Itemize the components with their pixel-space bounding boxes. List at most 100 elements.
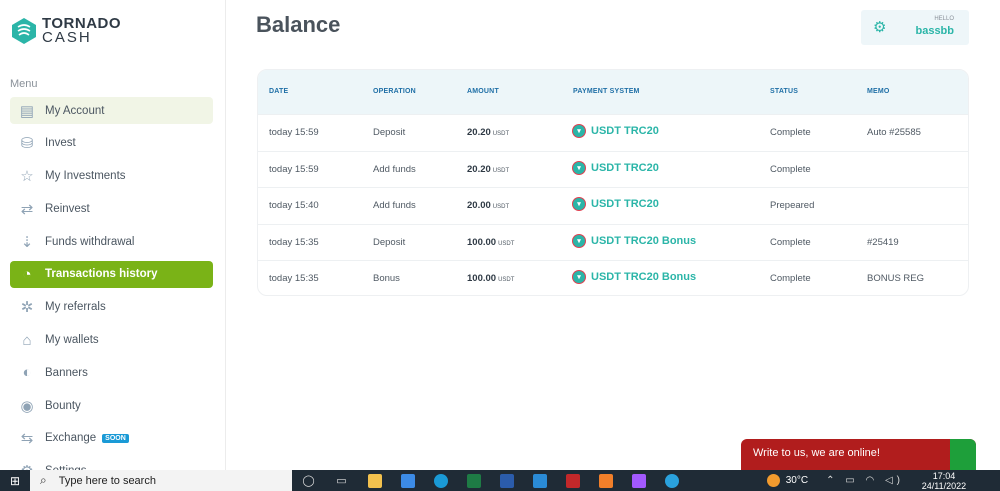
amount-value: 20.20 <box>467 163 491 175</box>
bounty-icon: ◉ <box>20 397 34 415</box>
sidebar-item-my-referrals[interactable]: ✲ My referrals <box>10 294 213 321</box>
cell-operation: Deposit <box>373 127 406 138</box>
column-header-payment-system: PAYMENT SYSTEM <box>573 88 640 95</box>
user-box[interactable]: ⚙ HELLO bassbb <box>861 10 969 45</box>
cell-date: today 15:35 <box>269 273 319 285</box>
payment-label: USDT TRC20 <box>591 125 659 137</box>
sidebar-item-my-wallets[interactable]: ⌂ My wallets <box>10 327 213 354</box>
cell-payment-system: ▾ USDT TRC20 Bonus <box>573 234 696 247</box>
task-view-icon[interactable]: ▭ <box>325 470 358 491</box>
file-explorer-icon[interactable] <box>358 470 391 491</box>
sidebar-item-label: My Investments <box>45 170 126 183</box>
cell-payment-system: ▾ USDT TRC20 <box>573 125 659 137</box>
search-placeholder: Type here to search <box>58 474 156 487</box>
payment-label: USDT TRC20 <box>591 161 659 174</box>
cell-status: Complete <box>770 236 811 248</box>
cell-operation: Add funds <box>373 200 416 212</box>
word-icon[interactable] <box>490 470 523 491</box>
cell-amount: 20.00 USDT <box>467 200 509 211</box>
cell-amount: 20.20 USDT <box>467 127 509 138</box>
table-row: today 15:35 Bonus 100.00 USDT ▾ USDT TRC20… <box>258 260 968 295</box>
edge-icon[interactable] <box>424 470 457 491</box>
table-header: DATE OPERATION AMOUNT PAYMENT SYSTEM STA… <box>258 70 968 114</box>
sidebar: TORNADO CASH Menu ▤ My Account ⛁ Invest … <box>0 0 226 480</box>
telegram-icon[interactable] <box>655 470 688 491</box>
logo[interactable]: TORNADO CASH <box>10 15 121 47</box>
search-icon: ⌕ <box>40 473 47 487</box>
cell-payment-system: ▾ USDT TRC20 <box>573 161 659 174</box>
weather-widget[interactable]: 30°C <box>766 474 809 487</box>
logo-text: TORNADO CASH <box>42 16 121 46</box>
cell-status: Complete <box>770 273 811 285</box>
cell-date: today 15:35 <box>269 236 319 248</box>
referrals-icon: ✲ <box>20 299 34 317</box>
payment-label: USDT TRC20 <box>591 198 659 211</box>
tornado-logo-icon <box>12 18 36 44</box>
taskbar-search[interactable]: ⌕ Type here to search <box>30 470 292 491</box>
sidebar-item-label: My referrals <box>45 301 106 314</box>
sidebar-item-label: My wallets <box>45 334 99 347</box>
amount-currency: USDT <box>498 240 515 247</box>
cell-amount: 100.00 USDT <box>467 237 514 248</box>
cell-operation: Deposit <box>373 236 406 248</box>
store-icon[interactable] <box>391 470 424 491</box>
gear-icon[interactable]: ⚙ <box>873 18 886 36</box>
amount-currency: USDT <box>492 131 510 137</box>
amount-value: 20.00 <box>467 200 491 212</box>
tray-icons[interactable]: ⌃ ▭ ◠ ◁) <box>826 475 904 486</box>
exchange-icon: ⇆ <box>20 430 34 448</box>
sidebar-item-label: Banners <box>45 366 88 379</box>
sidebar-item-bounty[interactable]: ◉ Bounty <box>10 392 213 419</box>
sidebar-item-my-investments[interactable]: ☆ My Investments <box>10 163 213 190</box>
xampp-icon[interactable] <box>589 470 622 491</box>
windows-start-icon[interactable]: ⊞ <box>0 470 30 491</box>
column-header-date: DATE <box>269 88 289 95</box>
invest-icon: ⛁ <box>20 135 34 153</box>
weather-temperature: 30°C <box>785 475 809 486</box>
amount-currency: USDT <box>492 167 510 174</box>
filezilla-icon[interactable] <box>556 470 589 491</box>
cell-operation: Bonus <box>373 273 400 285</box>
sidebar-item-funds-withdrawal[interactable]: ⇣ Funds withdrawal <box>10 228 213 255</box>
withdrawal-icon: ⇣ <box>20 233 34 251</box>
amount-value: 20.20 <box>467 127 491 138</box>
sidebar-item-my-account[interactable]: ▤ My Account <box>10 97 213 124</box>
table-row: today 15:40 Add funds 20.00 USDT ▾ USDT TR… <box>258 187 968 224</box>
vscode-icon[interactable] <box>523 470 556 491</box>
page-title: Balance <box>256 12 341 37</box>
user-greeting: HELLO <box>934 16 954 22</box>
tron-icon: ▾ <box>573 125 585 137</box>
sidebar-item-transactions-history[interactable]: ◔ Transactions history <box>10 260 213 288</box>
cortana-icon[interactable]: ◯ <box>292 470 325 491</box>
cell-amount: 100.00 USDT <box>467 273 514 284</box>
logo-line-2: CASH <box>42 29 92 46</box>
wallet-icon: ⌂ <box>22 331 32 349</box>
sidebar-menu: ▤ My Account ⛁ Invest ☆ My Investments ⇄… <box>10 97 213 491</box>
cell-memo: Auto #25585 <box>867 127 921 138</box>
sidebar-item-invest[interactable]: ⛁ Invest <box>10 130 213 157</box>
chat-text: Write to us, we are online! <box>753 447 880 459</box>
menu-title: Menu <box>10 78 38 90</box>
table-row: today 15:59 Deposit 20.20 USDT ▾ USDT TRC2… <box>258 114 968 151</box>
transactions-table: DATE OPERATION AMOUNT PAYMENT SYSTEM STA… <box>257 69 969 296</box>
sidebar-item-exchange[interactable]: ⇆ Exchange SOON <box>10 425 213 452</box>
amount-currency: USDT <box>498 277 515 284</box>
sidebar-item-label: Funds withdrawal <box>45 235 135 248</box>
cell-payment-system: ▾ USDT TRC20 Bonus <box>573 271 696 284</box>
sidebar-item-label: Bounty <box>45 399 81 412</box>
figma-icon[interactable] <box>622 470 655 491</box>
sidebar-item-label: Transactions history <box>45 268 158 281</box>
column-header-operation: OPERATION <box>373 88 416 95</box>
sidebar-item-label: Exchange <box>45 432 97 445</box>
clock[interactable]: 17:04 24/11/2022 <box>918 471 970 491</box>
sidebar-item-banners[interactable]: ◐ Banners <box>10 359 213 386</box>
sidebar-item-reinvest[interactable]: ⇄ Reinvest <box>10 195 213 222</box>
banners-icon: ◐ <box>22 364 32 382</box>
cell-operation: Add funds <box>373 163 416 175</box>
clock-time: 17:04 <box>932 470 956 481</box>
reinvest-icon: ⇄ <box>20 200 34 218</box>
excel-icon[interactable] <box>457 470 490 491</box>
live-chat-widget[interactable]: Write to us, we are online! <box>741 439 976 471</box>
sidebar-item-label: My Account <box>45 104 105 117</box>
sun-icon <box>766 474 780 487</box>
